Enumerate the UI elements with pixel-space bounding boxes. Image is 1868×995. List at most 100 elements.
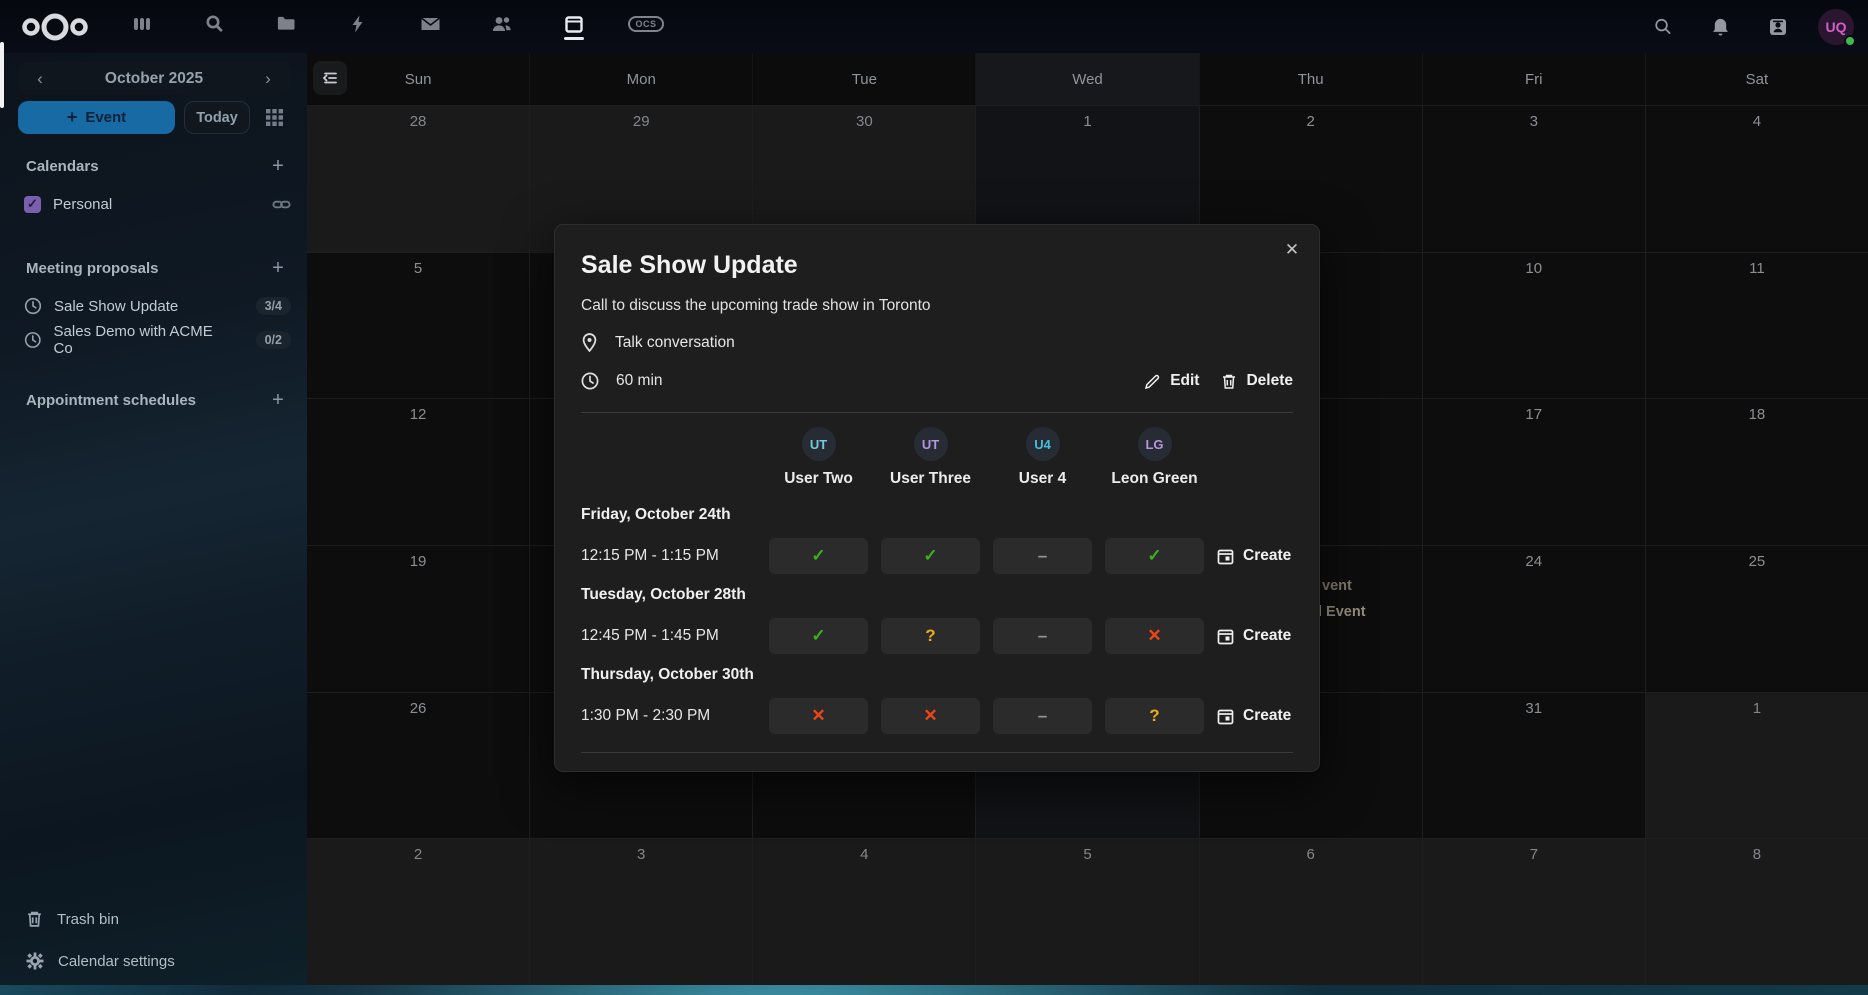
attendee-avatar: UT (802, 427, 836, 461)
attendee-avatar: U4 (1026, 427, 1060, 461)
availability-status-yes: ✓ (881, 538, 980, 574)
day-cell[interactable]: 24 (1423, 546, 1646, 692)
day-cell[interactable]: 3 (1423, 106, 1646, 252)
topbar-right: UQ (1644, 0, 1854, 53)
day-cell[interactable]: 11 (1646, 253, 1868, 399)
calendar-settings-button[interactable]: Calendar settings (16, 945, 175, 977)
unified-search-button[interactable] (1644, 9, 1680, 45)
proposal-count-badge: 3/4 (256, 297, 291, 315)
app-files[interactable] (264, 5, 308, 49)
availability-status-no: ✕ (1105, 618, 1204, 654)
create-event-button[interactable]: Create (1217, 547, 1291, 565)
trash-bin-label: Trash bin (57, 911, 119, 928)
close-modal-button[interactable]: ✕ (1275, 233, 1309, 267)
current-month-label[interactable]: October 2025 (62, 70, 246, 88)
contacts-menu-icon (1768, 17, 1788, 37)
day-number: 6 (1200, 846, 1422, 863)
proposal-item-label: Sales Demo with ACME Co (54, 323, 232, 357)
proposal-duration-row: 60 min Edit Delete (581, 366, 1293, 396)
day-cell[interactable]: 2 (307, 839, 530, 985)
top-navbar: OCS UQ (0, 0, 1868, 53)
appointments-section-header: Appointment schedules + (26, 385, 293, 415)
day-cell[interactable]: 8 (1646, 839, 1868, 985)
day-cell[interactable]: 31 (1423, 693, 1646, 839)
app-mail[interactable] (408, 5, 452, 49)
view-switcher-button[interactable] (259, 103, 289, 133)
proposal-list-item[interactable]: Sale Show Update3/4 (16, 291, 299, 321)
folder-icon (276, 14, 296, 34)
nextcloud-logo[interactable] (18, 8, 92, 46)
app-contacts[interactable] (480, 5, 524, 49)
today-button[interactable]: Today (184, 101, 250, 134)
mail-icon (420, 14, 441, 34)
day-cell[interactable]: 4 (753, 839, 976, 985)
proposal-description: Call to discuss the upcoming trade show … (581, 297, 1293, 315)
app-activity[interactable] (336, 5, 380, 49)
day-cell[interactable]: 17 (1423, 399, 1646, 545)
share-link-button[interactable] (272, 195, 291, 214)
day-cell[interactable]: 12 (307, 399, 530, 545)
day-number: 3 (1423, 113, 1645, 130)
availability-status-none: – (993, 538, 1092, 574)
new-event-button[interactable]: + Event (18, 101, 175, 134)
proposal-list-item[interactable]: Sales Demo with ACME Co0/2 (16, 325, 299, 355)
collapse-sidebar-button[interactable] (313, 61, 347, 95)
trash-bin-button[interactable]: Trash bin (16, 903, 119, 935)
calendar-checkbox[interactable]: ✓ (24, 196, 41, 213)
app-dashboard[interactable] (120, 5, 164, 49)
day-cell[interactable]: 5 (307, 253, 530, 399)
day-cell[interactable]: 7 (1423, 839, 1646, 985)
day-cell[interactable]: 5 (976, 839, 1199, 985)
day-cell[interactable]: 26 (307, 693, 530, 839)
day-cell[interactable]: 4 (1646, 106, 1868, 252)
availability-status-none: – (993, 618, 1092, 654)
add-proposal-button[interactable]: + (263, 253, 293, 283)
people-icon (491, 14, 513, 34)
user-avatar[interactable]: UQ (1818, 9, 1854, 45)
create-event-button[interactable]: Create (1217, 707, 1291, 725)
search-icon (1653, 17, 1672, 36)
calendar-settings-label: Calendar settings (58, 953, 175, 970)
day-number: 11 (1646, 260, 1868, 277)
day-cell[interactable]: 6 (1200, 839, 1423, 985)
day-cell[interactable]: 25 (1646, 546, 1868, 692)
day-number: 2 (1200, 113, 1422, 130)
app-ocs[interactable]: OCS (624, 5, 668, 49)
calendars-section-header: Calendars + (26, 151, 293, 181)
dashboard-icon (132, 14, 152, 34)
trash-icon (1221, 373, 1237, 390)
left-scrollbar[interactable] (0, 42, 4, 108)
notifications-button[interactable] (1702, 9, 1738, 45)
add-appointment-schedule-button[interactable]: + (263, 385, 293, 415)
delete-proposal-button[interactable]: Delete (1221, 372, 1293, 390)
previous-month-button[interactable]: ‹ (18, 62, 62, 95)
app-search[interactable] (192, 5, 236, 49)
proposals-title: Meeting proposals (26, 260, 159, 277)
day-number: 7 (1423, 846, 1645, 863)
edit-proposal-button[interactable]: Edit (1144, 372, 1199, 390)
weekday-header: Wed (976, 53, 1199, 105)
app-calendar[interactable] (552, 5, 596, 49)
contacts-menu-button[interactable] (1760, 9, 1796, 45)
day-cell[interactable]: 10 (1423, 253, 1646, 399)
day-number: 3 (530, 846, 752, 863)
clock-icon (581, 372, 599, 390)
day-cell[interactable]: 28 (307, 106, 530, 252)
day-number: 8 (1646, 846, 1868, 863)
calendar-item-personal[interactable]: ✓ Personal (16, 189, 299, 219)
day-number: 5 (307, 260, 529, 277)
attendee-column-header: U4User 4 (993, 427, 1092, 498)
proposals-section-header: Meeting proposals + (26, 253, 293, 283)
add-calendar-button[interactable]: + (263, 151, 293, 181)
collapse-sidebar-icon (321, 69, 339, 87)
create-event-button[interactable]: Create (1217, 627, 1291, 645)
day-cell[interactable]: 18 (1646, 399, 1868, 545)
day-cell[interactable]: 1 (1646, 693, 1868, 839)
proposal-time-slot: 12:45 PM - 1:45 PM (581, 627, 756, 645)
avatar-initials: UQ (1826, 19, 1847, 35)
day-cell[interactable]: 19 (307, 546, 530, 692)
weekday-header: Mon (530, 53, 753, 105)
weekday-header-row: SunMonTueWedThuFriSat (307, 53, 1868, 105)
next-month-button[interactable]: › (246, 62, 290, 95)
day-cell[interactable]: 3 (530, 839, 753, 985)
